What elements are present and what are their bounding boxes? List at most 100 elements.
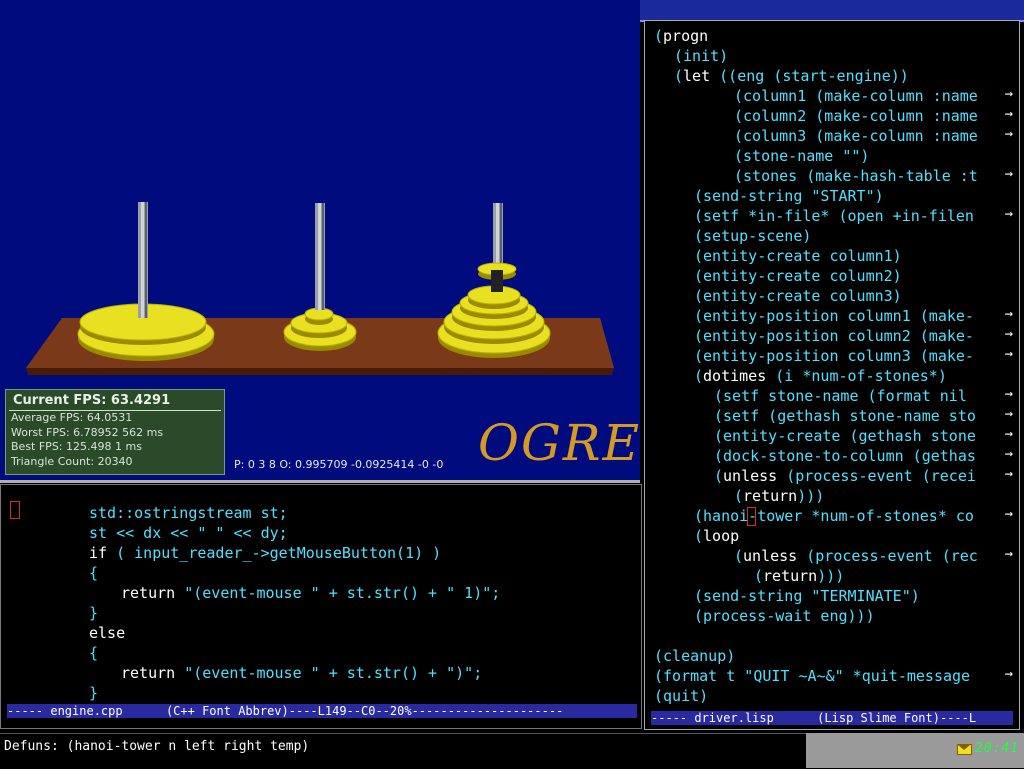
- lisp-code-line[interactable]: (entity-position column2 (make-: [694, 326, 974, 346]
- line-continuation-arrow-icon: →: [1004, 206, 1013, 222]
- cpp-code-line[interactable]: {: [89, 563, 98, 583]
- lisp-code-line[interactable]: (cleanup): [654, 646, 735, 666]
- lisp-code-line[interactable]: (send-string "TERMINATE"): [694, 586, 920, 606]
- code-token: (send-string "TERMINATE"): [694, 587, 920, 605]
- cpp-code-line[interactable]: return "(event-mouse " + st.str() + " 1)…: [121, 583, 500, 603]
- code-token: (: [674, 67, 684, 85]
- keyword-token: let: [683, 67, 711, 85]
- code-token: (entity-create column1): [694, 247, 902, 265]
- code-token: (entity-create column3): [694, 287, 902, 305]
- lisp-code-line[interactable]: (init): [674, 46, 728, 66]
- cpp-code-area[interactable]: std::ostringstream st;st << dx << " " <<…: [1, 499, 637, 705]
- code-token: (entity-create (gethash stone: [714, 427, 976, 445]
- ogre-3d-viewport[interactable]: Current FPS: 63.4291 Average FPS: 64.053…: [0, 0, 640, 483]
- lisp-code-line[interactable]: (stone-name ""): [734, 146, 869, 166]
- code-token: (process-event (recei: [777, 467, 976, 485]
- mail-icon[interactable]: [957, 744, 972, 755]
- keyword-token: progn: [663, 27, 709, 45]
- lisp-code-line[interactable]: (entity-create (gethash stone: [714, 426, 976, 446]
- cpp-code-line[interactable]: std::ostringstream st;: [89, 503, 288, 523]
- lisp-code-line[interactable]: (quit): [654, 686, 708, 706]
- lisp-code-line[interactable]: (column2 (make-column :name: [734, 106, 978, 126]
- code-token: }: [89, 604, 99, 622]
- line-continuation-arrow-icon: →: [1004, 306, 1013, 322]
- code-token: (cleanup): [654, 647, 736, 665]
- line-continuation-arrow-icon: →: [1004, 326, 1013, 342]
- code-token: ))): [797, 487, 825, 505]
- lisp-code-line[interactable]: (entity-create column2): [694, 266, 902, 286]
- lisp-code-line[interactable]: (setf (gethash stone-name sto: [714, 406, 976, 426]
- lisp-code-line[interactable]: (setup-scene): [694, 226, 811, 246]
- lisp-code-line[interactable]: (loop: [694, 526, 739, 546]
- line-continuation-arrow-icon: →: [1004, 426, 1013, 442]
- ogre-logo: OGRE: [478, 414, 640, 472]
- lisp-code-line[interactable]: (progn: [654, 26, 708, 46]
- code-token: (setf (gethash stone-name sto: [714, 407, 976, 425]
- code-token: std::ostringstream st;: [89, 504, 288, 522]
- code-token: (: [734, 487, 744, 505]
- lisp-code-line[interactable]: (unless (process-event (recei: [714, 466, 976, 486]
- code-token: (setf *in-file* (open +in-filen: [694, 207, 974, 225]
- lisp-code-line[interactable]: (column1 (make-column :name: [734, 86, 978, 106]
- line-continuation-arrow-icon: →: [1004, 386, 1013, 402]
- cpp-editor-window[interactable]: std::ostringstream st;st << dx << " " <<…: [0, 484, 642, 729]
- lisp-mode-line[interactable]: ----- driver.lisp (Lisp Slime Font)----L: [651, 711, 1013, 725]
- code-token: (format t "QUIT ~A~&" *quit-message: [654, 667, 971, 685]
- lisp-code-line[interactable]: (process-wait eng))): [694, 606, 875, 626]
- cpp-code-line[interactable]: return "(event-mouse " + st.str() + ")";: [121, 663, 482, 683]
- lisp-editor-window[interactable]: (progn (init) (let ((eng (start-engine)) (c…: [644, 20, 1020, 730]
- lisp-code-line[interactable]: (setf stone-name (format nil: [714, 386, 976, 406]
- line-continuation-arrow-icon: →: [1004, 466, 1013, 482]
- lisp-code-line[interactable]: (return))): [734, 486, 824, 506]
- code-token: (: [694, 527, 704, 545]
- line-continuation-arrow-icon: →: [1004, 506, 1013, 522]
- lisp-code-line[interactable]: (send-string "START"): [694, 186, 884, 206]
- code-token: (i *num-of-stones*): [766, 367, 947, 385]
- minibuffer-message: Defuns: (hanoi-tower n left right temp): [4, 739, 310, 754]
- middle-peg-shadow: [322, 203, 324, 310]
- code-token: ((eng (start-engine)): [710, 67, 909, 85]
- lisp-code-line[interactable]: (return))): [754, 566, 844, 586]
- code-token: (setup-scene): [694, 227, 812, 245]
- cpp-mode-line[interactable]: ----- engine.cpp (C++ Font Abbrev)----L1…: [7, 704, 637, 718]
- lisp-code-line[interactable]: (entity-create column1): [694, 246, 902, 266]
- code-token: "(event-mouse " + st.str() + " 1)";: [175, 584, 501, 602]
- lisp-code-line[interactable]: (unless (process-event (rec: [734, 546, 978, 566]
- lisp-code-line[interactable]: (entity-position column1 (make-: [694, 306, 974, 326]
- cpp-code-line[interactable]: {: [89, 643, 98, 663]
- lisp-code-line[interactable]: (format t "QUIT ~A~&" *quit-message: [654, 666, 970, 686]
- code-token: (: [754, 567, 764, 585]
- cpp-code-line[interactable]: else: [89, 623, 125, 643]
- lisp-code-line[interactable]: (entity-create column3): [694, 286, 902, 306]
- code-token: (dock-stone-to-column (gethas: [714, 447, 976, 465]
- clock: 20:41: [975, 741, 1020, 756]
- lisp-code-line[interactable]: (dotimes (i *num-of-stones*): [694, 366, 947, 386]
- code-token: (stone-name ""): [734, 147, 870, 165]
- code-token: (entity-position column3 (make-: [694, 347, 974, 365]
- lisp-code-line[interactable]: (stones (make-hash-table :t: [734, 166, 978, 186]
- line-continuation-arrow-icon: →: [1004, 446, 1013, 462]
- cpp-code-line[interactable]: if ( input_reader_->getMouseButton(1) ): [89, 543, 441, 563]
- cpp-code-line[interactable]: st << dx << " " << dy;: [89, 523, 288, 543]
- code-token: ))): [817, 567, 845, 585]
- code-token: (send-string "START"): [694, 187, 884, 205]
- lisp-code-line[interactable]: (hanoi-tower *num-of-stones* co: [694, 506, 974, 526]
- peg-hole-shadow: [491, 270, 503, 292]
- lisp-code-line[interactable]: (column3 (make-column :name: [734, 126, 978, 146]
- worst-fps: Worst FPS: 6.78952 562 ms: [11, 425, 164, 439]
- cpp-code-line[interactable]: }: [89, 683, 98, 703]
- code-token: (: [734, 547, 744, 565]
- viewport-divider: [0, 480, 640, 483]
- lisp-code-line[interactable]: (dock-stone-to-column (gethas: [714, 446, 976, 466]
- lisp-code-line[interactable]: (entity-position column3 (make-: [694, 346, 974, 366]
- left-peg-highlight: [141, 202, 144, 318]
- minibuffer[interactable]: Defuns: (hanoi-tower n left right temp): [0, 733, 806, 769]
- lisp-code-line[interactable]: (setf *in-file* (open +in-filen: [694, 206, 974, 226]
- code-token: st << dx << " " << dy;: [89, 524, 288, 542]
- line-continuation-arrow-icon: →: [1004, 126, 1013, 142]
- cpp-code-line[interactable]: }: [89, 603, 98, 623]
- code-token: (column3 (make-column :name: [734, 127, 978, 145]
- lisp-code-line[interactable]: (let ((eng (start-engine)): [674, 66, 909, 86]
- line-continuation-arrow-icon: →: [1004, 546, 1013, 562]
- code-token: (setf stone-name (format nil: [714, 387, 976, 405]
